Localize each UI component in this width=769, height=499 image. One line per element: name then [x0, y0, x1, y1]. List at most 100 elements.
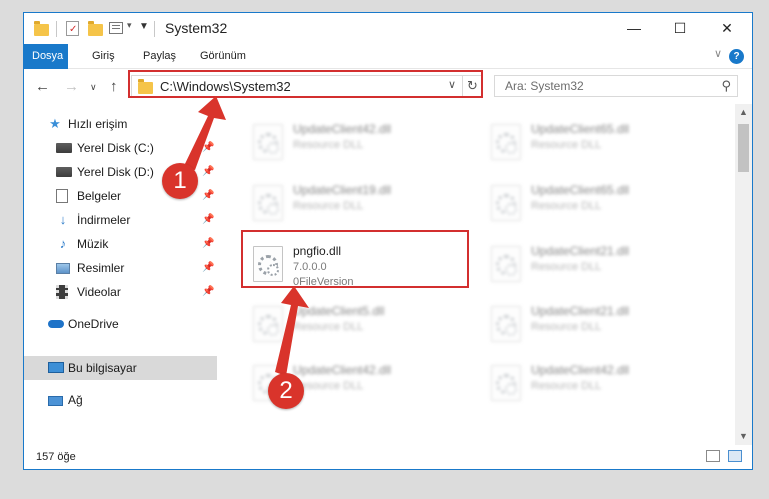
address-bar[interactable]: C:\Windows\System32 ∨ — [131, 75, 483, 97]
sidebar-item-this-pc[interactable]: Bu bilgisayar — [24, 356, 217, 380]
file-type: Resource DLL — [531, 261, 602, 273]
back-arrow-icon[interactable]: ← — [35, 78, 50, 95]
file-name: UpdateClient21.dll — [531, 244, 630, 258]
file-name: UpdateClient42.dll — [531, 363, 630, 377]
refresh-button[interactable]: ↻ — [462, 75, 483, 97]
cloud-icon — [48, 320, 64, 328]
sidebar-item-videos[interactable]: Videolar 📌 — [24, 280, 217, 304]
properties-icon[interactable]: ✓ — [66, 21, 79, 36]
customize-icon[interactable] — [109, 22, 123, 34]
file-tile[interactable]: UpdateClient42.dll Resource DLL — [245, 359, 470, 407]
tab-home[interactable]: Giriş — [84, 44, 123, 69]
close-button[interactable]: ✕ — [704, 13, 750, 43]
sidebar-item-label: Ağ — [68, 393, 83, 407]
separator — [56, 21, 57, 37]
file-tile[interactable]: UpdateClient21.dll Resource DLL — [483, 240, 708, 288]
item-count: 157 öğe — [36, 451, 76, 463]
dll-file-icon — [491, 365, 521, 401]
file-type: 0FileVersion — [293, 276, 354, 288]
tab-file[interactable]: Dosya — [24, 44, 68, 69]
sidebar-item-pictures[interactable]: Resimler 📌 — [24, 256, 217, 280]
sidebar-item-local-disk-c[interactable]: Yerel Disk (C:) 📌 — [24, 136, 217, 160]
sidebar-item-local-disk-d[interactable]: Yerel Disk (D:) 📌 — [24, 160, 217, 184]
large-icons-view-icon[interactable] — [728, 450, 742, 462]
expand-ribbon-icon[interactable]: ∨ — [714, 47, 722, 60]
drive-icon — [56, 167, 72, 177]
pin-icon[interactable]: 📌 — [202, 232, 214, 256]
sidebar-item-onedrive[interactable]: OneDrive — [24, 312, 217, 336]
file-tile[interactable]: UpdateClient42.dll Resource DLL — [483, 359, 708, 407]
sidebar-item-music[interactable]: ♪ Müzik 📌 — [24, 232, 217, 256]
new-folder-icon[interactable] — [88, 21, 103, 36]
sidebar-item-documents[interactable]: Belgeler 📌 — [24, 184, 217, 208]
sidebar-item-network[interactable]: Ağ — [24, 388, 217, 412]
folder-icon — [138, 79, 153, 94]
search-icon[interactable]: ⚲ — [721, 78, 731, 94]
sidebar-item-label: OneDrive — [68, 317, 119, 331]
file-tile[interactable]: UpdateClient65.dll Resource DLL — [483, 118, 708, 166]
address-path: C:\Windows\System32 — [160, 79, 291, 94]
window-title: System32 — [165, 20, 228, 36]
pin-icon[interactable]: 📌 — [202, 256, 214, 280]
dll-file-icon — [253, 185, 283, 221]
address-dropdown-icon[interactable]: ∨ — [448, 78, 456, 91]
file-explorer-window: ✓ ▾ ▼ System32 — ☐ ✕ Dosya Giriş Paylaş … — [23, 12, 753, 470]
documents-icon — [56, 189, 68, 203]
minimize-button[interactable]: — — [611, 13, 657, 43]
pin-icon[interactable]: 📌 — [202, 160, 214, 184]
dll-file-icon — [491, 185, 521, 221]
network-icon — [48, 396, 63, 406]
dll-file-icon — [491, 306, 521, 342]
details-view-icon[interactable] — [706, 450, 720, 462]
file-tile[interactable]: UpdateClient65.dll Resource DLL — [483, 179, 708, 227]
navigation-pane: ★ Hızlı erişim Yerel Disk (C:) 📌 Yerel D… — [24, 104, 217, 445]
sidebar-item-label: İndirmeler — [77, 213, 131, 227]
file-list: UpdateClient42.dll Resource DLL UpdateCl… — [217, 104, 735, 445]
file-tile[interactable]: UpdateClient5.dll Resource DLL — [245, 300, 470, 348]
folder-icon — [34, 21, 49, 36]
search-box[interactable]: Ara: System32 ⚲ — [494, 75, 738, 97]
scrollbar-thumb[interactable] — [738, 124, 749, 172]
search-input[interactable]: Ara: System32 — [505, 79, 584, 93]
sidebar-item-downloads[interactable]: ↓ İndirmeler 📌 — [24, 208, 217, 232]
file-type: Resource DLL — [531, 200, 602, 212]
file-name: UpdateClient21.dll — [531, 304, 630, 318]
scroll-up-icon[interactable]: ▲ — [735, 104, 752, 121]
pin-icon[interactable]: 📌 — [202, 208, 214, 232]
dll-file-icon — [253, 365, 283, 401]
help-icon[interactable]: ? — [729, 49, 744, 64]
pin-icon[interactable]: 📌 — [202, 136, 214, 160]
music-icon: ♪ — [59, 236, 67, 251]
dll-file-icon — [491, 246, 521, 282]
computer-icon — [48, 362, 64, 373]
file-type: Resource DLL — [531, 139, 602, 151]
up-arrow-icon[interactable]: ↑ — [110, 78, 118, 95]
file-tile[interactable]: UpdateClient21.dll Resource DLL — [483, 300, 708, 348]
dll-file-icon — [253, 124, 283, 160]
file-tile-pngfio[interactable]: pngfio.dll 7.0.0.0 0FileVersion — [245, 240, 470, 292]
quick-access-dropdown-icon[interactable]: ▼ — [139, 21, 149, 32]
title-bar: ✓ ▾ ▼ System32 — ☐ ✕ — [24, 13, 752, 44]
sidebar-item-label: Müzik — [77, 237, 109, 251]
sidebar-item-label: Bu bilgisayar — [68, 361, 137, 375]
file-tile[interactable]: UpdateClient42.dll Resource DLL — [245, 118, 470, 166]
pin-icon[interactable]: 📌 — [202, 184, 214, 208]
dll-file-icon — [253, 246, 283, 282]
sidebar-item-label: Yerel Disk (C:) — [77, 141, 154, 155]
navigation-bar: ← → ∨ ↑ C:\Windows\System32 ∨ ↻ Ara: Sys… — [24, 70, 752, 103]
file-type: Resource DLL — [293, 200, 364, 212]
tab-share[interactable]: Paylaş — [135, 44, 184, 69]
sidebar-item-quick-access[interactable]: ★ Hızlı erişim — [24, 112, 217, 136]
sidebar-item-label: Hızlı erişim — [68, 117, 128, 131]
tab-view[interactable]: Görünüm — [192, 44, 254, 69]
file-type: Resource DLL — [293, 380, 364, 392]
vertical-scrollbar[interactable]: ▲ ▼ — [735, 104, 752, 445]
pin-icon[interactable]: 📌 — [202, 280, 214, 304]
dll-file-icon — [491, 124, 521, 160]
dropdown-icon[interactable]: ▾ — [127, 20, 132, 31]
forward-arrow-icon[interactable]: → — [64, 78, 79, 95]
recent-locations-icon[interactable]: ∨ — [90, 82, 97, 93]
file-tile[interactable]: UpdateClient19.dll Resource DLL — [245, 179, 470, 227]
maximize-button[interactable]: ☐ — [657, 13, 703, 43]
scroll-down-icon[interactable]: ▼ — [735, 428, 752, 445]
